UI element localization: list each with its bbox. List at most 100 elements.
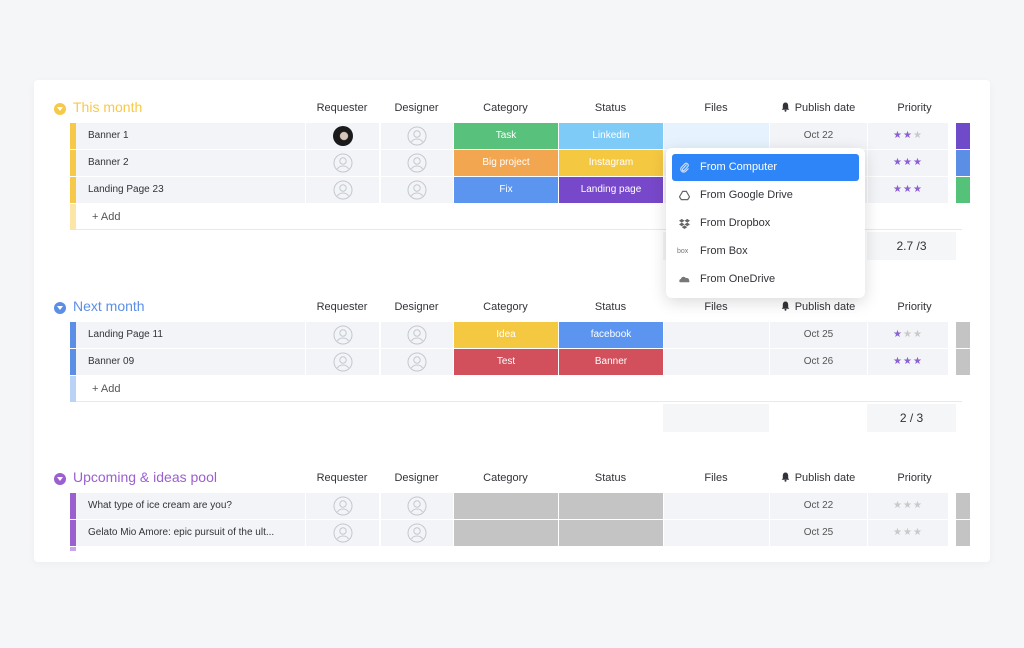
add-item-button[interactable]: + Add — [92, 211, 120, 223]
status-tag[interactable]: Instagram — [558, 150, 663, 176]
publish-date-cell[interactable]: Oct 25 — [769, 520, 867, 546]
publish-date-cell[interactable]: Oct 25 — [769, 322, 867, 348]
priority-rating[interactable]: ★★★ — [867, 520, 948, 546]
column-header-publish-date[interactable]: Publish date — [769, 472, 867, 484]
priority-rating[interactable]: ★★★ — [867, 493, 948, 519]
status-tag[interactable] — [558, 520, 663, 546]
column-header-status[interactable]: Status — [558, 301, 663, 313]
column-header-files[interactable]: Files — [663, 472, 769, 484]
star-empty-icon[interactable]: ★ — [913, 527, 923, 538]
column-header-priority[interactable]: Priority — [867, 102, 962, 114]
status-tag[interactable]: Linkedin — [558, 123, 663, 149]
star-empty-icon[interactable]: ★ — [913, 500, 923, 511]
star-filled-icon[interactable]: ★ — [893, 329, 903, 340]
designer-cell[interactable] — [380, 322, 453, 348]
priority-rating[interactable]: ★★★ — [867, 349, 948, 375]
files-cell[interactable] — [663, 322, 769, 348]
priority-rating[interactable]: ★★★ — [867, 177, 948, 203]
status-tag[interactable]: Banner — [558, 349, 663, 375]
star-filled-icon[interactable]: ★ — [893, 184, 903, 195]
designer-cell[interactable] — [380, 150, 453, 176]
files-cell[interactable] — [663, 493, 769, 519]
star-filled-icon[interactable]: ★ — [903, 157, 913, 168]
column-header-publish-date[interactable]: Publish date — [769, 102, 867, 114]
priority-rating[interactable]: ★★★ — [867, 322, 948, 348]
category-tag[interactable]: Test — [453, 349, 558, 375]
group-title[interactable]: This month — [73, 99, 142, 115]
column-header-publish-date[interactable]: Publish date — [769, 301, 867, 313]
files-cell[interactable] — [663, 520, 769, 546]
category-tag[interactable]: Big project — [453, 150, 558, 176]
item-name[interactable]: Banner 09 — [76, 349, 304, 375]
column-header-designer[interactable]: Designer — [380, 301, 453, 313]
star-filled-icon[interactable]: ★ — [893, 157, 903, 168]
column-header-priority[interactable]: Priority — [867, 301, 962, 313]
collapse-toggle-icon[interactable] — [54, 103, 66, 115]
star-empty-icon[interactable]: ★ — [903, 500, 913, 511]
column-header-requester[interactable]: Requester — [305, 301, 379, 313]
star-filled-icon[interactable]: ★ — [913, 356, 923, 367]
item-name[interactable]: Banner 1 — [76, 123, 304, 149]
star-filled-icon[interactable]: ★ — [903, 356, 913, 367]
status-tag[interactable]: Landing page — [558, 177, 663, 203]
dropdown-item-from-onedrive[interactable]: From OneDrive — [672, 266, 859, 293]
status-tag[interactable] — [558, 493, 663, 519]
column-header-designer[interactable]: Designer — [380, 102, 453, 114]
star-empty-icon[interactable]: ★ — [903, 527, 913, 538]
column-header-category[interactable]: Category — [453, 301, 558, 313]
column-header-requester[interactable]: Requester — [305, 102, 379, 114]
column-header-status[interactable]: Status — [558, 472, 663, 484]
star-filled-icon[interactable]: ★ — [913, 184, 923, 195]
files-cell[interactable] — [663, 123, 769, 149]
requester-cell[interactable] — [305, 123, 379, 149]
star-empty-icon[interactable]: ★ — [913, 130, 923, 141]
group-title[interactable]: Next month — [73, 298, 145, 314]
table-row[interactable]: Gelato Mio Amore: epic pursuit of the ul… — [70, 520, 970, 546]
star-filled-icon[interactable]: ★ — [893, 356, 903, 367]
star-empty-icon[interactable]: ★ — [913, 329, 923, 340]
requester-cell[interactable] — [305, 493, 379, 519]
star-filled-icon[interactable]: ★ — [893, 130, 903, 141]
column-header-designer[interactable]: Designer — [380, 472, 453, 484]
star-filled-icon[interactable]: ★ — [903, 184, 913, 195]
item-name[interactable]: Landing Page 23 — [76, 177, 304, 203]
priority-rating[interactable]: ★★★ — [867, 150, 948, 176]
designer-cell[interactable] — [380, 177, 453, 203]
table-row[interactable]: What type of ice cream are you? Oct 22 ★★★ — [70, 493, 970, 519]
group-title[interactable]: Upcoming & ideas pool — [73, 469, 217, 485]
requester-cell[interactable] — [305, 150, 379, 176]
category-tag[interactable]: Fix — [453, 177, 558, 203]
add-item-row[interactable]: + Add — [70, 376, 962, 402]
category-tag[interactable] — [453, 520, 558, 546]
publish-date-cell[interactable]: Oct 26 — [769, 349, 867, 375]
table-row[interactable]: Banner 09 Test Banner Oct 26 ★★★ — [70, 349, 970, 375]
star-empty-icon[interactable]: ★ — [903, 329, 913, 340]
files-cell[interactable] — [663, 349, 769, 375]
designer-cell[interactable] — [380, 520, 453, 546]
publish-date-cell[interactable]: Oct 22 — [769, 493, 867, 519]
category-tag[interactable] — [453, 493, 558, 519]
column-header-files[interactable]: Files — [663, 301, 769, 313]
designer-cell[interactable] — [380, 349, 453, 375]
column-header-category[interactable]: Category — [453, 102, 558, 114]
designer-cell[interactable] — [380, 493, 453, 519]
table-row[interactable]: Landing Page 11 Idea facebook Oct 25 ★★★ — [70, 322, 970, 348]
category-tag[interactable]: Task — [453, 123, 558, 149]
star-filled-icon[interactable]: ★ — [903, 130, 913, 141]
column-header-category[interactable]: Category — [453, 472, 558, 484]
column-header-requester[interactable]: Requester — [305, 472, 379, 484]
requester-cell[interactable] — [305, 177, 379, 203]
designer-cell[interactable] — [380, 123, 453, 149]
requester-cell[interactable] — [305, 322, 379, 348]
dropdown-item-from-computer[interactable]: From Computer — [672, 154, 859, 181]
item-name[interactable]: Gelato Mio Amore: epic pursuit of the ul… — [76, 520, 304, 546]
item-name[interactable]: What type of ice cream are you? — [76, 493, 304, 519]
priority-rating[interactable]: ★★★ — [867, 123, 948, 149]
star-filled-icon[interactable]: ★ — [913, 157, 923, 168]
dropdown-item-from-google-drive[interactable]: From Google Drive — [672, 182, 859, 209]
collapse-toggle-icon[interactable] — [54, 302, 66, 314]
star-empty-icon[interactable]: ★ — [893, 527, 903, 538]
star-empty-icon[interactable]: ★ — [893, 500, 903, 511]
publish-date-cell[interactable]: Oct 22 — [769, 123, 867, 149]
add-item-button[interactable]: + Add — [92, 383, 120, 395]
